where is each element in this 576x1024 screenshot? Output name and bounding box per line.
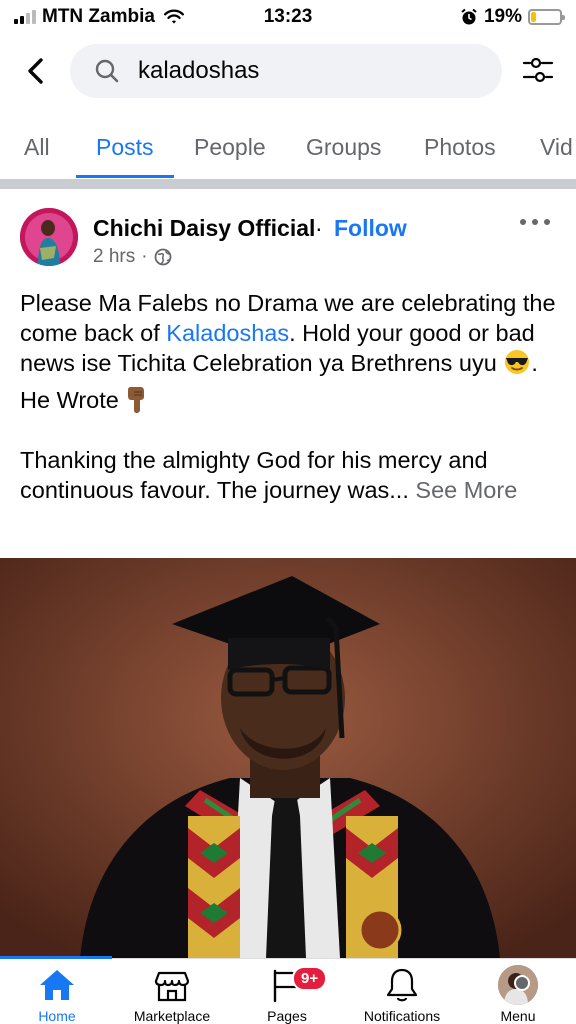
marketplace-icon bbox=[154, 971, 190, 1002]
pointing-down-emoji-icon bbox=[127, 387, 144, 413]
status-bar: MTN Zambia 13:23 19% bbox=[0, 0, 576, 34]
back-icon bbox=[28, 58, 43, 84]
nav-notifications[interactable]: Notifications bbox=[347, 965, 457, 1024]
menu-badge-dot bbox=[514, 975, 530, 991]
search-header: kaladoshas bbox=[0, 42, 576, 100]
section-divider bbox=[0, 179, 576, 189]
search-tabs: All Posts People Groups Photos Vid bbox=[0, 120, 576, 178]
hashtag-link[interactable]: Kaladoshas bbox=[166, 320, 289, 346]
post-text: Please Ma Falebs no Drama we are celebra… bbox=[20, 288, 560, 505]
battery-percent: 19% bbox=[483, 6, 522, 27]
battery-level bbox=[531, 12, 537, 22]
carrier-name: MTN Zambia bbox=[42, 6, 155, 27]
pages-badge: 9+ bbox=[292, 966, 328, 991]
search-icon bbox=[95, 59, 119, 83]
name-separator: · bbox=[315, 215, 323, 241]
author-name[interactable]: Chichi Daisy Official bbox=[93, 215, 315, 242]
menu-avatar-icon bbox=[498, 965, 538, 1005]
wifi-icon bbox=[163, 9, 184, 24]
post-time[interactable]: 2 hrs bbox=[93, 246, 135, 268]
tab-videos[interactable]: Vid bbox=[540, 120, 573, 178]
nav-menu[interactable]: Menu bbox=[463, 965, 573, 1024]
post-header: Chichi Daisy Official · Follow 2 hrs · bbox=[0, 200, 576, 280]
graduation-portrait-image bbox=[0, 558, 576, 958]
bottom-navigation: Home Marketplace 9+ Pages Notifications bbox=[0, 956, 576, 1024]
signal-icon bbox=[14, 10, 36, 24]
active-tab-indicator bbox=[0, 956, 112, 959]
sunglasses-emoji-icon bbox=[505, 350, 530, 374]
follow-button[interactable]: Follow bbox=[334, 215, 407, 242]
tab-people[interactable]: People bbox=[194, 120, 266, 178]
more-icon bbox=[520, 219, 526, 225]
globe-icon bbox=[154, 248, 171, 266]
tab-groups[interactable]: Groups bbox=[306, 120, 381, 178]
more-button[interactable] bbox=[520, 212, 550, 232]
filter-button[interactable] bbox=[518, 48, 558, 92]
back-button[interactable] bbox=[16, 51, 56, 91]
home-icon bbox=[40, 970, 74, 1000]
post-paragraph-2: He Wrote bbox=[20, 384, 560, 415]
nav-marketplace[interactable]: Marketplace bbox=[117, 965, 227, 1024]
battery-icon bbox=[528, 9, 565, 25]
search-input[interactable]: kaladoshas bbox=[70, 44, 502, 98]
avatar-image bbox=[20, 208, 78, 266]
post-paragraph-3: Thanking the almighty God for his mercy … bbox=[20, 447, 518, 503]
nav-pages[interactable]: 9+ Pages bbox=[232, 965, 342, 1024]
alarm-icon bbox=[461, 8, 477, 25]
author-avatar[interactable] bbox=[20, 208, 78, 266]
post-paragraph-1: Please Ma Falebs no Drama we are celebra… bbox=[20, 290, 556, 376]
search-query: kaladoshas bbox=[138, 57, 260, 84]
nav-home[interactable]: Home bbox=[2, 965, 112, 1024]
tab-photos[interactable]: Photos bbox=[424, 120, 496, 178]
see-more-link[interactable]: See More bbox=[415, 477, 517, 503]
bell-icon bbox=[386, 968, 418, 1002]
meta-separator: · bbox=[141, 246, 148, 267]
tab-all[interactable]: All bbox=[24, 120, 50, 178]
filter-icon bbox=[522, 57, 554, 83]
tab-posts[interactable]: Posts bbox=[76, 120, 173, 178]
post-meta: 2 hrs · bbox=[93, 246, 172, 268]
post-photo[interactable] bbox=[0, 558, 576, 958]
